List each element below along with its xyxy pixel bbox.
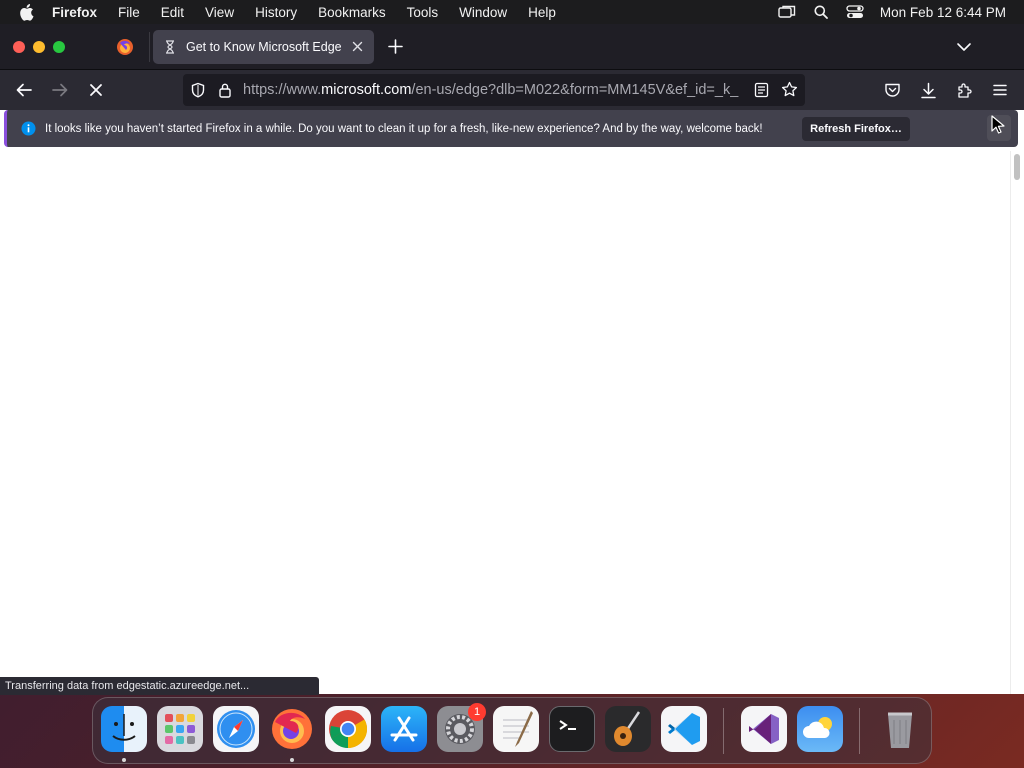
address-bar[interactable]: https://www.microsoft.com/en-us/edge?dlb… — [183, 74, 805, 106]
loading-hourglass-icon — [163, 40, 177, 54]
bookmark-star-icon[interactable] — [781, 81, 798, 98]
weather-icon[interactable] — [797, 706, 843, 752]
finder-icon[interactable] — [101, 706, 147, 752]
menu-window[interactable]: Window — [459, 5, 507, 20]
vertical-scrollbar[interactable] — [1010, 151, 1022, 694]
info-icon — [21, 121, 36, 136]
forward-button[interactable] — [51, 81, 69, 99]
reader-view-icon[interactable] — [754, 82, 769, 98]
launchpad-icon[interactable] — [157, 706, 203, 752]
menu-app-name[interactable]: Firefox — [52, 5, 97, 20]
refresh-firefox-notification: It looks like you haven’t started Firefo… — [4, 110, 1018, 147]
mouse-pointer-icon — [991, 115, 1005, 134]
visual-studio-icon[interactable] — [741, 706, 787, 752]
macos-dock: 1 — [92, 697, 932, 764]
status-panel: Transferring data from edgestatic.azuree… — [0, 677, 319, 695]
url-prefix: https://www. — [243, 82, 322, 98]
page-content-area[interactable] — [0, 151, 1024, 694]
extensions-puzzle-icon[interactable] — [955, 81, 973, 99]
scrollbar-thumb[interactable] — [1014, 154, 1020, 180]
menu-bar-clock[interactable]: Mon Feb 12 6:44 PM — [880, 5, 1006, 20]
chevron-down-icon[interactable] — [956, 41, 972, 53]
macos-menu-bar: Firefox File Edit View History Bookmarks… — [0, 0, 1024, 24]
menu-view[interactable]: View — [205, 5, 234, 20]
spotlight-search-icon[interactable] — [812, 4, 830, 20]
firefox-icon[interactable] — [269, 706, 315, 752]
notification-message: It looks like you haven’t started Firefo… — [45, 122, 763, 135]
stop-loading-button[interactable] — [87, 81, 105, 99]
dock-separator — [859, 708, 860, 754]
textedit-icon[interactable] — [493, 706, 539, 752]
url-path: /en-us/edge?dlb=M022&form=MM145V&ef_id=_… — [411, 82, 739, 98]
menu-edit[interactable]: Edit — [161, 5, 184, 20]
hamburger-menu-icon[interactable] — [991, 81, 1009, 99]
new-tab-button[interactable] — [388, 39, 403, 54]
chrome-icon[interactable] — [325, 706, 371, 752]
menu-tools[interactable]: Tools — [407, 5, 439, 20]
back-button[interactable] — [15, 81, 33, 99]
url-text[interactable]: https://www.microsoft.com/en-us/edge?dlb… — [243, 82, 745, 99]
dock-separator — [723, 708, 724, 754]
navigation-toolbar: https://www.microsoft.com/en-us/edge?dlb… — [0, 70, 1024, 110]
firefox-view-icon[interactable] — [116, 38, 134, 56]
tab-strip: Get to Know Microsoft Edge — [0, 24, 1024, 70]
menu-history[interactable]: History — [255, 5, 297, 20]
menu-bookmarks[interactable]: Bookmarks — [318, 5, 386, 20]
garageband-icon[interactable] — [605, 706, 651, 752]
tab-close-icon[interactable] — [351, 40, 364, 53]
trash-icon[interactable] — [877, 706, 923, 752]
safari-icon[interactable] — [213, 706, 259, 752]
firefox-window: Get to Know Microsoft Edge https://www.m… — [0, 24, 1024, 694]
app-store-icon[interactable] — [381, 706, 427, 752]
tab-get-to-know-microsoft-edge[interactable]: Get to Know Microsoft Edge — [153, 30, 374, 64]
window-minimize-button[interactable] — [33, 41, 45, 53]
control-center-icon[interactable] — [846, 4, 864, 20]
menu-help[interactable]: Help — [528, 5, 556, 20]
terminal-icon[interactable] — [549, 706, 595, 752]
apple-menu-icon[interactable] — [18, 3, 36, 21]
tracking-protection-shield-icon[interactable] — [190, 82, 206, 98]
pocket-icon[interactable] — [883, 81, 901, 99]
window-close-button[interactable] — [13, 41, 25, 53]
lock-icon[interactable] — [218, 82, 232, 98]
menu-file[interactable]: File — [118, 5, 140, 20]
tab-title: Get to Know Microsoft Edge — [186, 40, 342, 54]
system-settings-badge: 1 — [468, 703, 486, 721]
finder-running-dot — [122, 758, 126, 762]
downloads-icon[interactable] — [919, 81, 937, 99]
url-domain: microsoft.com — [321, 82, 412, 98]
vscode-icon[interactable] — [661, 706, 707, 752]
refresh-firefox-button[interactable]: Refresh Firefox… — [802, 117, 910, 141]
screen-mirroring-icon[interactable] — [778, 4, 796, 20]
window-zoom-button[interactable] — [53, 41, 65, 53]
tab-divider — [149, 32, 150, 62]
firefox-running-dot — [290, 758, 294, 762]
